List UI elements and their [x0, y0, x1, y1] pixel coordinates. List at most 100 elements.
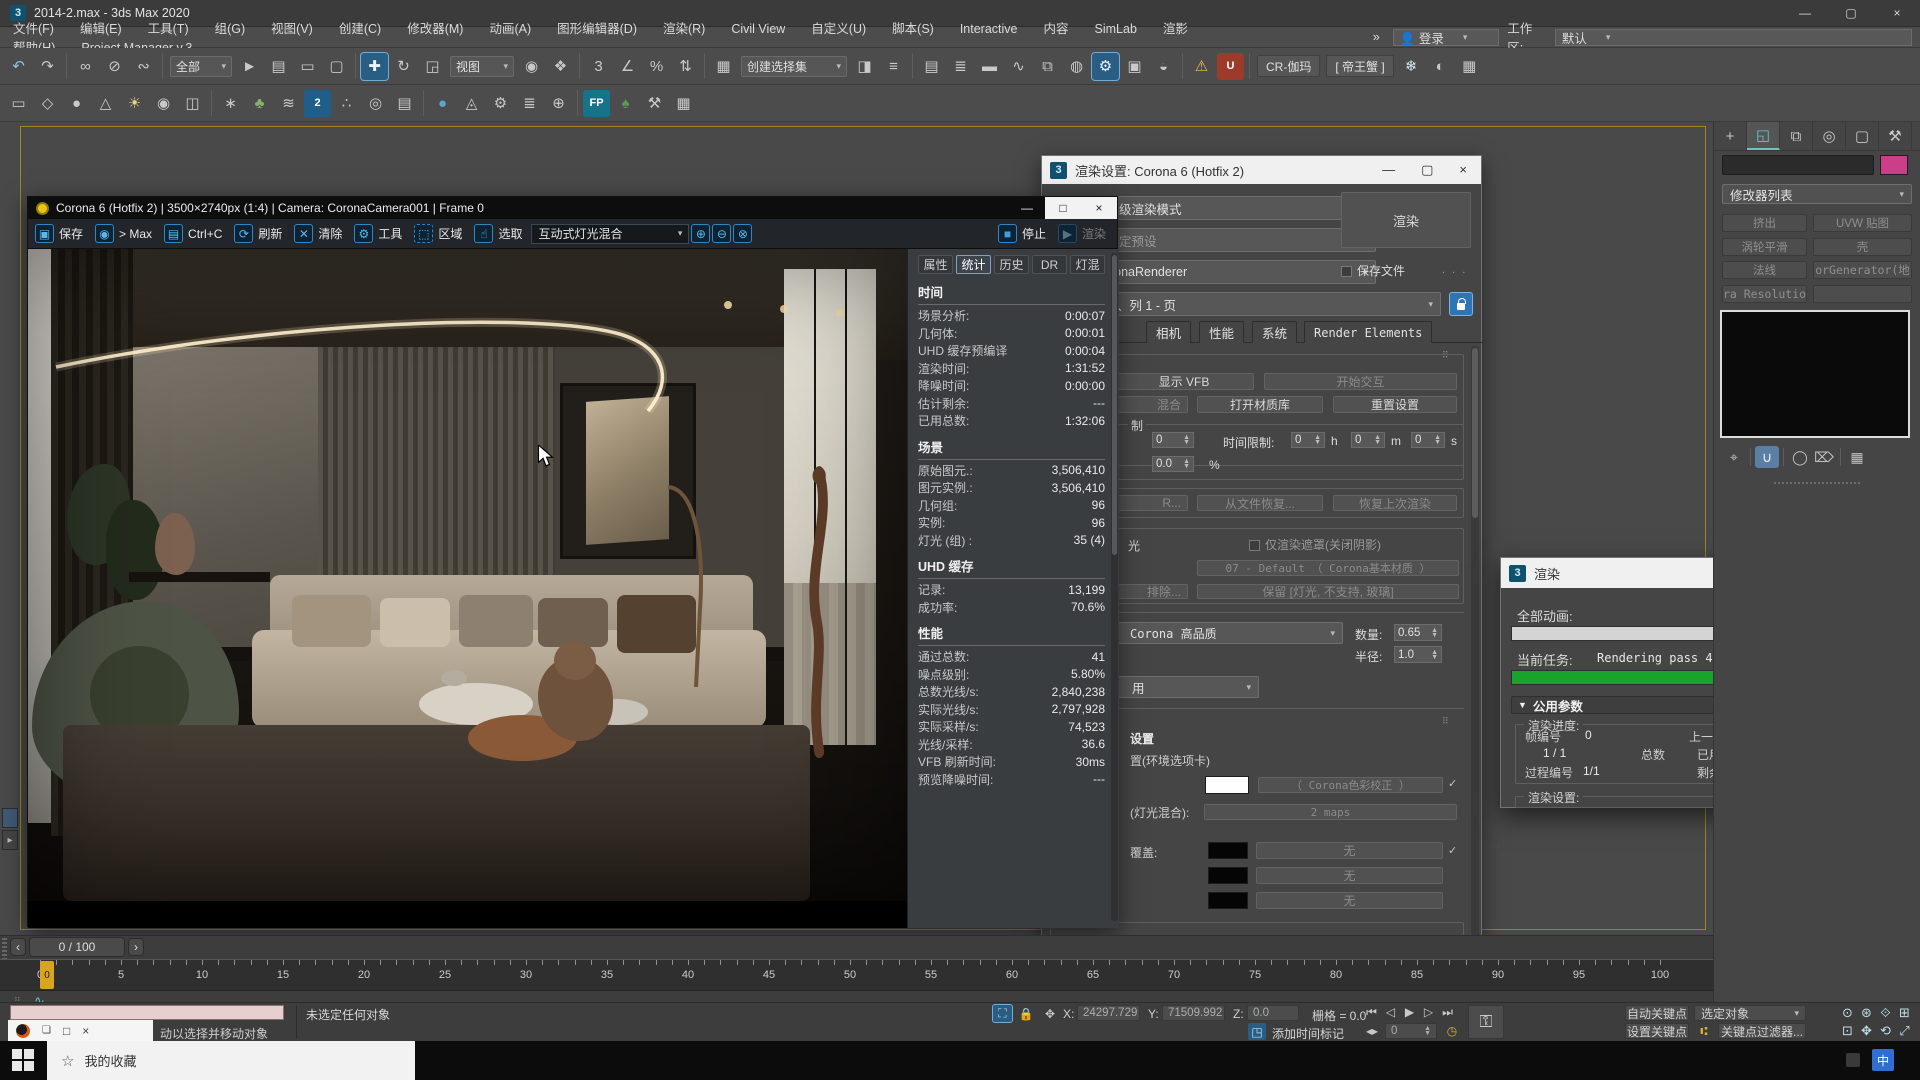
menu-item-11[interactable]: 自定义(U) — [798, 22, 879, 36]
blue-sphere-icon[interactable]: ● — [429, 90, 456, 117]
open-material-library-button[interactable]: 打开材质库 — [1197, 396, 1323, 413]
save-file-browse-button[interactable]: . . . — [1442, 264, 1467, 276]
override-map-button-3[interactable]: 无 — [1256, 892, 1443, 909]
menu-item-8[interactable]: 图形编辑器(D) — [544, 22, 650, 36]
reference-coordinate-dropdown[interactable]: 视图▾ — [450, 56, 514, 77]
modifier-button-2[interactable]: 涡轮平滑 — [1722, 238, 1807, 256]
menu-item-3[interactable]: 组(G) — [202, 22, 259, 36]
login-dropdown[interactable]: 👤 登录▾ — [1393, 29, 1500, 46]
triangle-tool-icon[interactable]: ◬ — [458, 90, 485, 117]
list-tool-icon[interactable]: ▦ — [670, 90, 697, 117]
menu-item-10[interactable]: Civil View — [718, 22, 798, 36]
save-button[interactable]: ▣保存 — [32, 222, 90, 245]
maximize-icon[interactable]: □ — [1045, 197, 1081, 219]
environment-color-swatch[interactable] — [1205, 776, 1249, 794]
render-button[interactable]: 渲染 — [1341, 192, 1471, 248]
close-icon[interactable]: × — [82, 1024, 89, 1038]
rectangular-selection-icon[interactable]: ▭ — [294, 53, 321, 80]
set-key-button[interactable]: 设置关键点 — [1625, 1023, 1689, 1039]
vfb-titlebar[interactable]: Corona 6 (Hotfix 2) | 3500×2740px (1:4) … — [28, 197, 1117, 219]
color-correction-button[interactable]: （ Corona色彩校正 ） — [1258, 777, 1443, 793]
x-coordinate-field[interactable]: 24297.729 — [1077, 1005, 1140, 1021]
cone-tool-icon[interactable]: △ — [92, 90, 119, 117]
clear-button[interactable]: ✕清除 — [291, 222, 349, 245]
vfb-tab-历史[interactable]: 历史 — [994, 255, 1029, 274]
orbit-icon[interactable]: ⟲ — [1876, 1022, 1895, 1039]
menu-item-12[interactable]: 脚本(S) — [879, 22, 947, 36]
render-button[interactable]: ▶渲染 — [1055, 222, 1113, 245]
menu-item-1[interactable]: 编辑(E) — [67, 22, 135, 36]
zoom-reset-icon[interactable]: ⊗ — [733, 224, 752, 243]
circle-tool-icon[interactable]: ● — [63, 90, 90, 117]
make-unique-icon[interactable]: ◯ — [1788, 446, 1812, 468]
unlink-selection-icon[interactable]: ⊘ — [101, 53, 128, 80]
time-ruler[interactable]: 0510152025303540455055606570758085909510… — [0, 959, 1713, 991]
viewport-layout-arrow-icon[interactable]: ▸ — [2, 830, 18, 850]
reset-settings-button[interactable]: 重置设置 — [1333, 396, 1457, 413]
create-tab[interactable]: + — [1714, 122, 1747, 150]
use-pivot-point-icon[interactable]: ◉ — [518, 53, 545, 80]
utilities-tab[interactable]: ⚒ — [1879, 122, 1912, 150]
denoise-radius-spinner[interactable]: 1.0▲▼ — [1394, 646, 1442, 663]
sphere-tool-icon[interactable]: ◉ — [150, 90, 177, 117]
object-name-field[interactable] — [1722, 155, 1874, 175]
preserve-button[interactable]: 保留 [灯光, 不支持, 玻璃] — [1197, 584, 1459, 599]
resume-from-file-button[interactable]: 从文件恢复... — [1197, 495, 1323, 511]
y-coordinate-field[interactable]: 71509.992 — [1162, 1005, 1225, 1021]
select-and-scale-icon[interactable]: ◲ — [419, 53, 446, 80]
camera-tool-icon[interactable]: ◎ — [362, 90, 389, 117]
select-and-rotate-icon[interactable]: ↻ — [390, 53, 417, 80]
start-button-icon[interactable] — [12, 1049, 36, 1073]
minimize-icon[interactable]: — — [1382, 162, 1395, 178]
override-color-swatch-2[interactable] — [1208, 867, 1248, 884]
zoom-extents-all-icon[interactable]: ⊞ — [1895, 1004, 1914, 1021]
stats-scrollbar[interactable] — [1111, 253, 1118, 921]
menu-item-13[interactable]: Interactive — [947, 22, 1031, 36]
set-keys-button[interactable]: ⚿ — [1468, 1005, 1504, 1039]
menu-item-14[interactable]: 内容 — [1031, 22, 1082, 36]
material-override-button[interactable]: 07 - Default （ Corona基本材质 ） — [1197, 560, 1459, 576]
zoom-icon[interactable]: ⊙ — [1838, 1004, 1857, 1021]
spinner-snap-icon[interactable]: ⇅ — [672, 53, 699, 80]
snowflake-icon[interactable]: ❄ — [1398, 53, 1425, 80]
override-color-swatch-3[interactable] — [1208, 892, 1248, 909]
curve-editor-icon[interactable]: ∿ — [1005, 53, 1032, 80]
rendered-frame-icon[interactable]: ▣ — [1121, 53, 1148, 80]
time-configuration-icon[interactable]: ◷ — [1443, 1023, 1461, 1039]
rectangle-tool-icon[interactable]: ▭ — [5, 90, 32, 117]
vfb-tab-灯混[interactable]: 灯混 — [1070, 255, 1105, 274]
environment-icon[interactable]: ◐ — [1427, 53, 1454, 80]
lock-view-button[interactable] — [1449, 292, 1473, 316]
pick-button[interactable]: ☝选取 — [471, 222, 529, 245]
railclone-tool-icon[interactable]: ≋ — [275, 90, 302, 117]
diwangxie-button[interactable]: [ 帝王蟹 ] — [1326, 55, 1393, 77]
render-setup-tab-0[interactable]: 相机 — [1146, 321, 1191, 343]
mirror-icon[interactable]: ◨ — [851, 53, 878, 80]
renderer-dropdown[interactable]: CoronaRenderer▾ — [1086, 260, 1376, 284]
named-selection-sets-dropdown[interactable]: 创建选择集▾ — [741, 56, 847, 77]
maxscript-mini-listener[interactable] — [10, 1005, 284, 1020]
render-setup-tab-3[interactable]: Render Elements — [1304, 321, 1432, 343]
vfb-tab-DR[interactable]: DR — [1032, 255, 1067, 274]
bind-to-space-warp-icon[interactable]: ∾ — [130, 53, 157, 80]
leaf-plugin-icon[interactable]: ♠ — [612, 90, 639, 117]
start-interactive-button[interactable]: 开始交互 — [1264, 373, 1457, 390]
resume-last-render-button[interactable]: 恢复上次渲染 — [1333, 495, 1457, 511]
to-max-button[interactable]: ◉> Max — [92, 222, 159, 245]
cr-gamma-button[interactable]: CR-伽玛 — [1257, 55, 1320, 77]
u-plugin-icon[interactable]: U — [1217, 53, 1244, 80]
lightmix-maps-button[interactable]: 2 maps — [1204, 804, 1457, 820]
close-icon[interactable]: × — [1081, 197, 1117, 219]
panel-resize-handle[interactable] — [1774, 482, 1860, 484]
show-end-result-icon[interactable]: ∪ — [1755, 446, 1779, 468]
pan-icon[interactable]: ✥ — [1857, 1022, 1876, 1039]
modifier-button-6[interactable]: era Resolution — [1722, 285, 1807, 303]
z-coordinate-field[interactable]: 0.0 — [1247, 1005, 1299, 1021]
selection-set-dropdown[interactable]: 选定对象▾ — [1694, 1005, 1806, 1021]
modifier-button-7[interactable] — [1813, 285, 1912, 303]
key-mode-toggle-icon[interactable]: ◂▸ — [1363, 1023, 1381, 1039]
zoom-extents-icon[interactable]: ⟐ — [1876, 1004, 1895, 1021]
rounded-rect-tool-icon[interactable]: ◇ — [34, 90, 61, 117]
render-setup-tab-1[interactable]: 性能 — [1199, 321, 1244, 343]
check-icon[interactable]: ✓ — [1448, 844, 1457, 857]
